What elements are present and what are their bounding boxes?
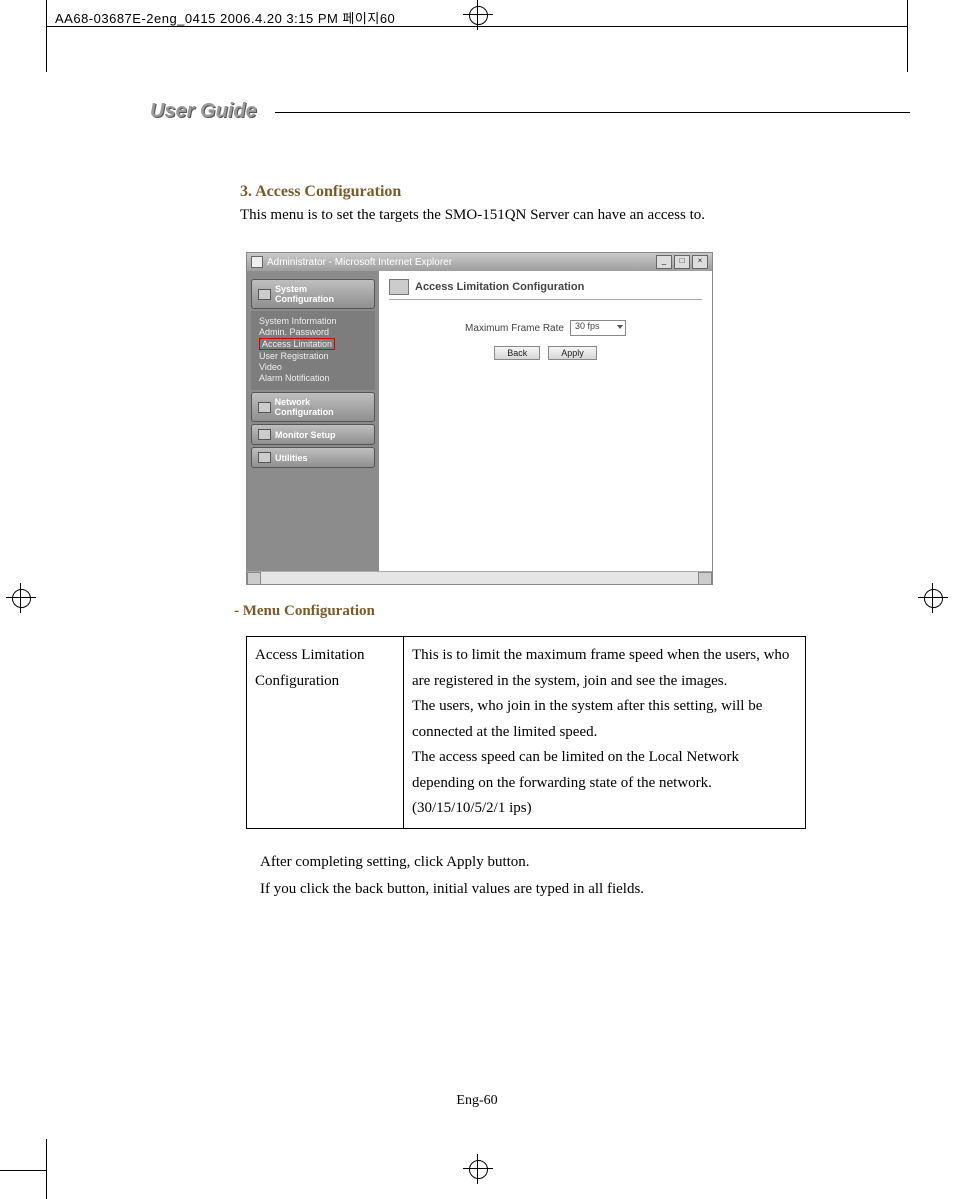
max-frame-rate-label: Maximum Frame Rate: [465, 323, 564, 334]
sidebar-submenu: System Information Admin. Password Acces…: [251, 311, 375, 390]
table-cell-left: Access Limitation Configuration: [247, 637, 404, 829]
horizontal-scrollbar[interactable]: [247, 571, 712, 584]
window-title: Administrator - Microsoft Internet Explo…: [267, 257, 452, 268]
sidebar-item-label: Network Configuration: [275, 397, 368, 417]
sidebar-item-system-information[interactable]: System Information: [259, 316, 371, 326]
close-button[interactable]: ×: [692, 255, 708, 269]
menu-config-title: - Menu Configuration: [234, 603, 810, 620]
print-job-header: AA68-03687E-2eng_0415 2006.4.20 3:15 PM …: [55, 8, 395, 27]
sidebar-item-video[interactable]: Video: [259, 362, 371, 372]
running-head-title: User Guide: [150, 100, 269, 122]
running-head-rule: [275, 112, 910, 113]
running-head: User Guide: [150, 100, 810, 123]
section-title: 3. Access Configuration: [240, 183, 810, 201]
minimize-button[interactable]: _: [656, 255, 672, 269]
wrench-icon: [258, 452, 271, 463]
max-frame-rate-select[interactable]: 30 fps: [570, 320, 626, 336]
app-icon: [251, 256, 263, 268]
table-row: Access Limitation Configuration This is …: [247, 637, 806, 829]
sidebar-item-access-limitation[interactable]: Access Limitation: [259, 338, 335, 350]
registration-mark-left: [6, 583, 36, 613]
sidebar-item-label: System Configuration: [275, 284, 368, 304]
sidebar-item-admin-password[interactable]: Admin. Password: [259, 327, 371, 337]
sidebar: System Configuration System Information …: [247, 271, 379, 571]
panel-icon: [389, 279, 409, 295]
after-note-2: If you click the back button, initial va…: [260, 876, 810, 903]
back-button[interactable]: Back: [494, 346, 540, 360]
sidebar-item-label: Monitor Setup: [275, 430, 336, 440]
browser-window: Administrator - Microsoft Internet Explo…: [246, 252, 713, 585]
main-panel: Access Limitation Configuration Maximum …: [379, 271, 712, 571]
crop-line-right: [907, 0, 908, 72]
sidebar-monitor-setup[interactable]: Monitor Setup: [251, 424, 375, 445]
sidebar-item-user-registration[interactable]: User Registration: [259, 351, 371, 361]
panel-heading: Access Limitation Configuration: [415, 281, 584, 293]
crop-line-bl-v: [46, 1139, 47, 1199]
apply-button[interactable]: Apply: [548, 346, 597, 360]
table-cell-right: This is to limit the maximum frame speed…: [404, 637, 806, 829]
sidebar-item-label: Utilities: [275, 453, 308, 463]
sidebar-system-configuration[interactable]: System Configuration: [251, 279, 375, 309]
registration-mark-right: [918, 583, 948, 613]
monitor-icon: [258, 429, 271, 440]
maximize-button[interactable]: □: [674, 255, 690, 269]
network-icon: [258, 402, 271, 413]
gear-icon: [258, 289, 271, 300]
sidebar-item-alarm-notification[interactable]: Alarm Notification: [259, 373, 371, 383]
crop-line-left: [46, 0, 47, 72]
crop-line-bl-h: [0, 1170, 46, 1171]
sidebar-network-configuration[interactable]: Network Configuration: [251, 392, 375, 422]
crop-line-top: [46, 26, 908, 27]
after-note-1: After completing setting, click Apply bu…: [260, 849, 810, 876]
registration-mark-bottom: [463, 1154, 493, 1184]
window-titlebar: Administrator - Microsoft Internet Explo…: [247, 253, 712, 271]
menu-config-table: Access Limitation Configuration This is …: [246, 636, 806, 829]
intro-text: This menu is to set the targets the SMO-…: [240, 207, 810, 224]
page-number: Eng-60: [0, 1093, 954, 1109]
sidebar-utilities[interactable]: Utilities: [251, 447, 375, 468]
